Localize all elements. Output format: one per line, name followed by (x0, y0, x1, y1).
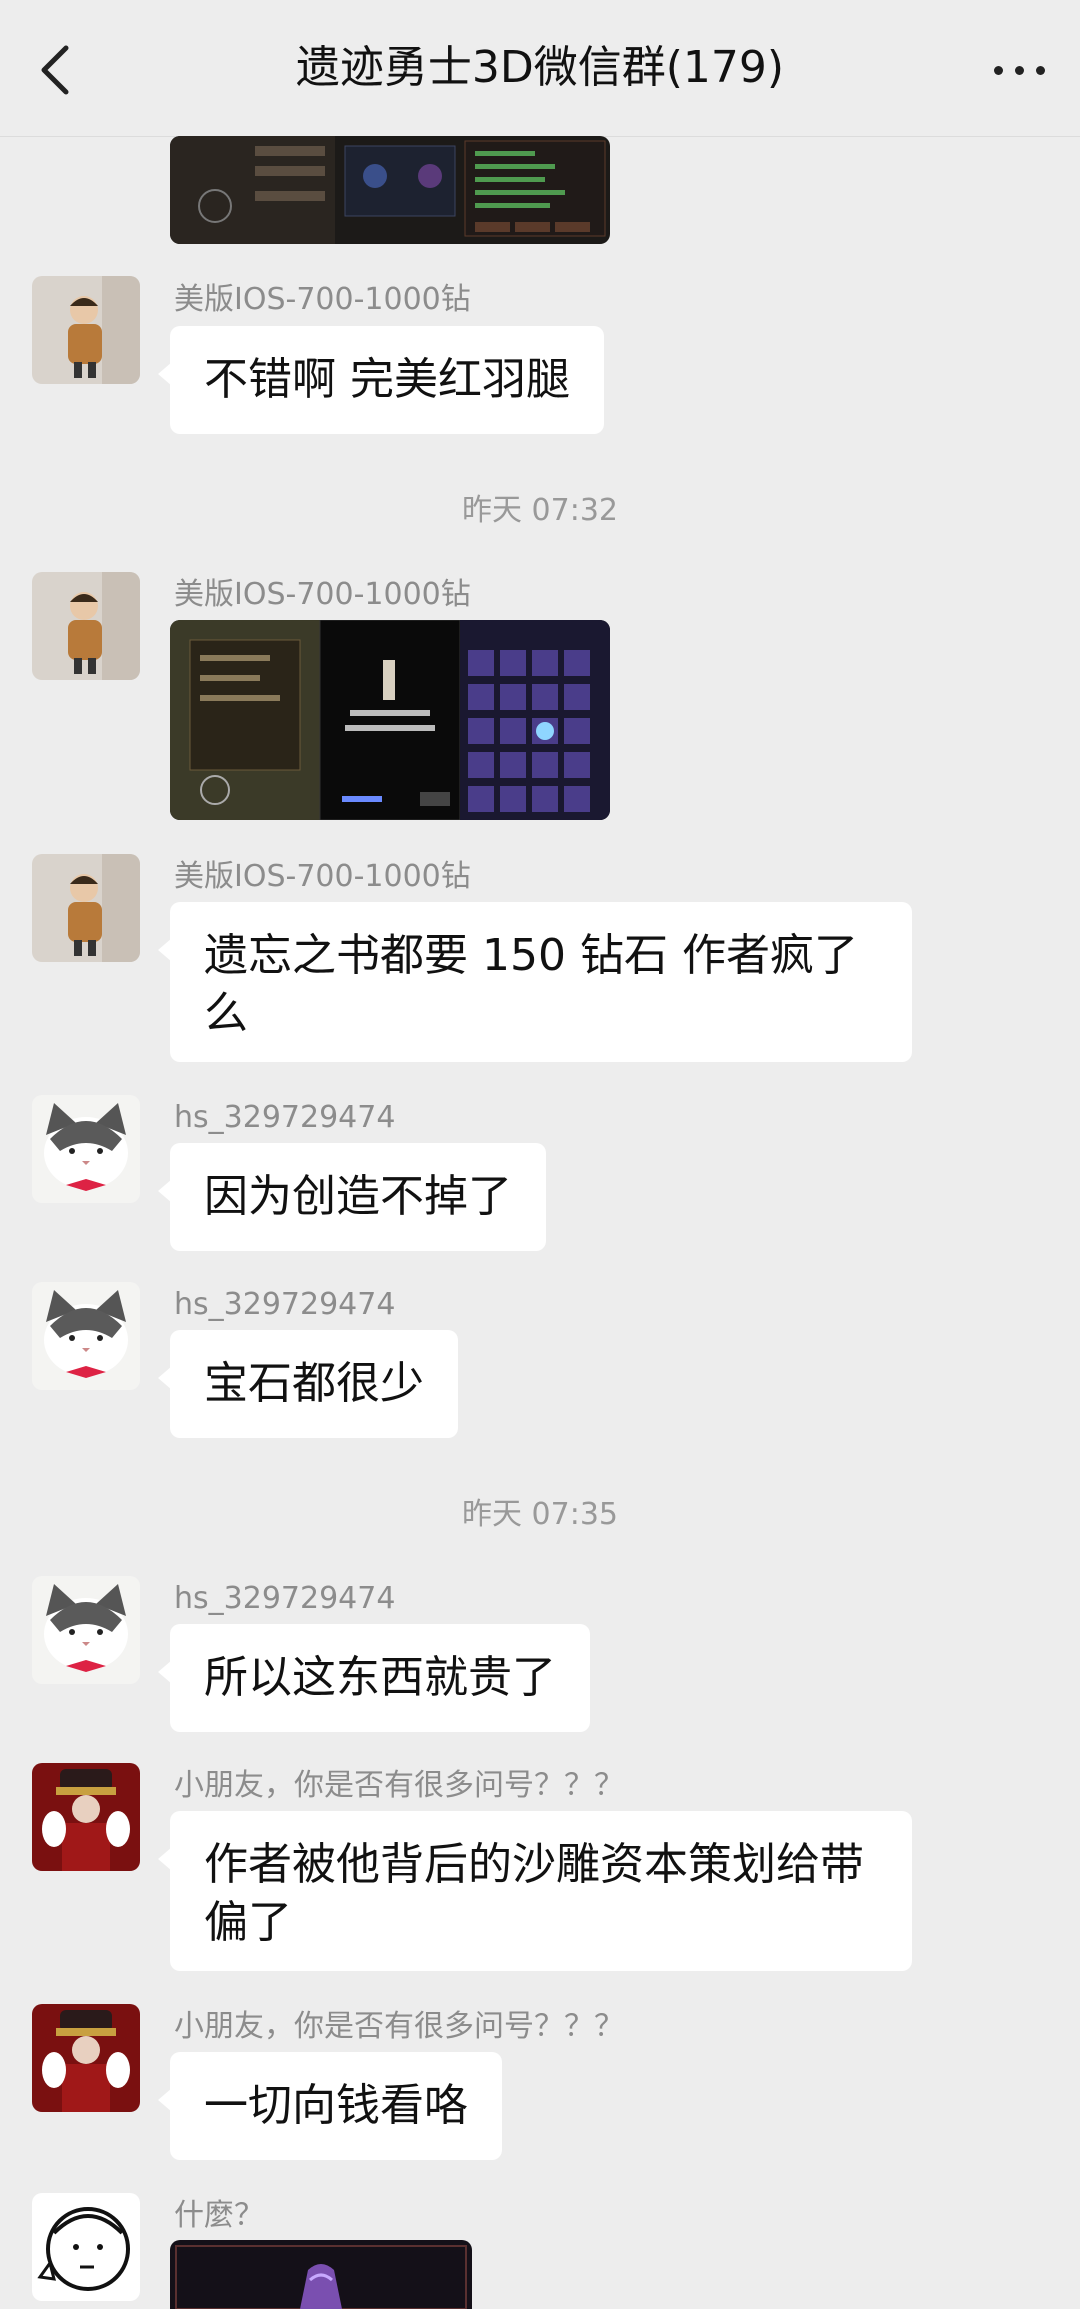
game-screenshot-image (170, 136, 610, 244)
sender-name: hs_329729474 (174, 1287, 396, 1322)
sender-name: hs_329729474 (174, 1581, 396, 1616)
sender-name: 小朋友，你是否有很多问号？？？ (174, 2009, 624, 2044)
cat-avatar-image (32, 1576, 140, 1684)
cat-avatar-image (32, 1282, 140, 1390)
image-message[interactable] (170, 136, 610, 244)
chat-title: 遗迹勇士3D微信群(179) (295, 42, 785, 93)
avatar[interactable] (32, 1576, 140, 1684)
avatar[interactable] (32, 2004, 140, 2112)
back-chevron-icon[interactable] (36, 42, 76, 98)
sender-name: 美版IOS-700-1000钻 (174, 859, 471, 894)
sender-name: 美版IOS-700-1000钻 (174, 577, 471, 612)
timestamp: 昨天 07:32 (462, 493, 618, 528)
avatar[interactable] (32, 1095, 140, 1203)
more-dots-icon[interactable] (990, 50, 1050, 90)
game-screenshot-image (170, 2240, 472, 2309)
avatar[interactable] (32, 572, 140, 680)
message-text: 因为创造不掉了 (204, 1171, 512, 1222)
message-text: 所以这东西就贵了 (204, 1652, 556, 1703)
image-message[interactable] (170, 2240, 472, 2309)
sender-name: 美版IOS-700-1000钻 (174, 282, 471, 317)
image-message[interactable] (170, 620, 610, 820)
child-avatar-image (32, 276, 140, 384)
avatar[interactable] (32, 1763, 140, 1871)
message-text-line: 作者被他背后的沙雕资本策划给带 (204, 1839, 864, 1890)
message-text-line: 么 (204, 988, 248, 1039)
child-avatar-image (32, 572, 140, 680)
avatar[interactable] (32, 1282, 140, 1390)
message-bubble[interactable]: 所以这东西就贵了 (158, 1624, 590, 1732)
message-bubble[interactable]: 不错啊 完美红羽腿 (158, 326, 604, 434)
message-text-line: 偏了 (204, 1897, 292, 1948)
sender-name: hs_329729474 (174, 1100, 396, 1135)
sender-name: 小朋友，你是否有很多问号？？？ (174, 1768, 624, 1803)
game-screenshot-image (170, 620, 610, 820)
child-avatar-image (32, 854, 140, 962)
message-text-line: 遗忘之书都要 150 钻石 作者疯了 (204, 930, 858, 981)
message-bubble[interactable]: 一切向钱看咯 (158, 2052, 502, 2160)
cat-avatar-image (32, 1095, 140, 1203)
message-bubble[interactable]: 因为创造不掉了 (158, 1143, 546, 1251)
chat-header: 遗迹勇士3D微信群(179) (0, 0, 1080, 137)
sender-name: 什麼？ (174, 2198, 264, 2233)
timestamp: 昨天 07:35 (462, 1497, 618, 1532)
cartoon-face-avatar-image (32, 2193, 140, 2301)
message-text: 宝石都很少 (204, 1358, 424, 1409)
avatar[interactable] (32, 854, 140, 962)
message-text: 不错啊 完美红羽腿 (204, 354, 570, 405)
uniform-avatar-image (32, 2004, 140, 2112)
message-text: 一切向钱看咯 (204, 2080, 468, 2131)
uniform-avatar-image (32, 1763, 140, 1871)
avatar[interactable] (32, 276, 140, 384)
avatar[interactable] (32, 2193, 140, 2301)
message-bubble[interactable]: 宝石都很少 (158, 1330, 458, 1438)
message-bubble[interactable]: 作者被他背后的沙雕资本策划给带 偏了 (158, 1811, 912, 1971)
message-bubble[interactable]: 遗忘之书都要 150 钻石 作者疯了 么 (158, 902, 912, 1062)
